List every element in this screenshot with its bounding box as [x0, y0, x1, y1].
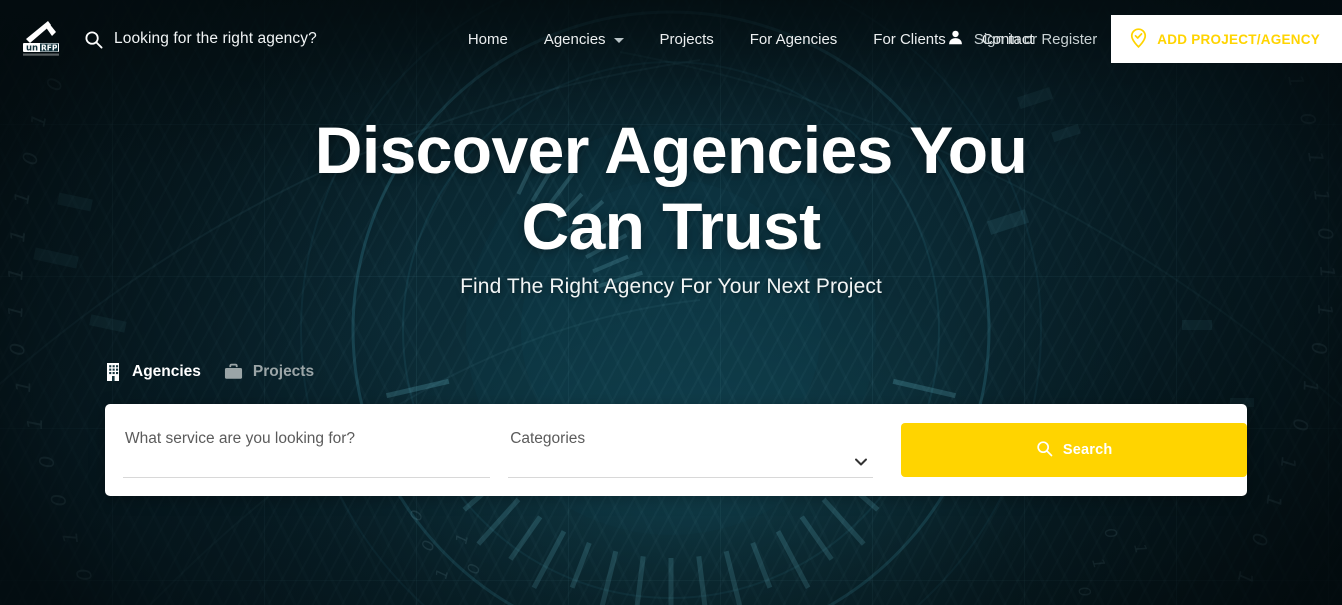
person-icon — [947, 29, 964, 50]
nav-item-agencies[interactable]: Agencies — [526, 31, 642, 48]
service-input-underline — [123, 477, 491, 478]
map-pin-check-icon — [1129, 27, 1148, 51]
sign-in-register-label: Sign in or Register — [973, 30, 1098, 48]
search-icon — [84, 30, 103, 49]
svg-text:0: 0 — [5, 342, 30, 356]
svg-text:0: 0 — [41, 76, 67, 93]
svg-text:1: 1 — [431, 566, 452, 580]
svg-text:0: 0 — [1307, 342, 1331, 355]
unrfp-logo[interactable]: un RFP — [18, 16, 64, 62]
hero-title: Discover Agencies You Can Trust — [0, 112, 1342, 264]
svg-text:0: 0 — [1288, 418, 1313, 432]
svg-text:1: 1 — [58, 530, 83, 545]
svg-text:0: 0 — [46, 493, 71, 507]
site-header: un RFP Looking for the right agency? Hom… — [0, 0, 1342, 78]
categories-select-underline — [508, 477, 874, 478]
hero-title-line-2: Can Trust — [521, 189, 822, 263]
nav-label-projects: Projects — [659, 30, 714, 48]
add-project-agency-label: ADD PROJECT/AGENCY — [1157, 31, 1320, 47]
search-input[interactable]: What service are you looking for? — [123, 430, 355, 448]
svg-text:1: 1 — [3, 304, 28, 318]
briefcase-icon — [223, 363, 244, 382]
svg-text:1: 1 — [1313, 303, 1337, 317]
svg-text:1: 1 — [1130, 541, 1151, 555]
chevron-down-icon — [613, 37, 624, 43]
svg-text:0: 0 — [1247, 531, 1273, 548]
svg-text:0: 0 — [71, 567, 97, 583]
search-button-label: Search — [1062, 442, 1113, 458]
nav-label-for-clients: For Clients — [873, 30, 946, 48]
svg-text:1: 1 — [11, 380, 35, 394]
header-right-actions: Sign in or Register ADD PROJECT/AGENCY — [947, 0, 1342, 78]
svg-text:0: 0 — [418, 538, 439, 553]
nav-item-for-agencies[interactable]: For Agencies — [732, 31, 856, 48]
svg-text:1: 1 — [23, 417, 47, 430]
nav-label-agencies: Agencies — [543, 30, 606, 48]
svg-text:0: 0 — [1100, 525, 1121, 541]
tab-agencies-label: Agencies — [132, 363, 201, 380]
svg-text:0: 0 — [406, 508, 427, 524]
search-icon — [1036, 440, 1053, 461]
svg-text:1: 1 — [451, 531, 472, 545]
nav-label-for-agencies: For Agencies — [749, 30, 838, 48]
search-type-tabs: Agencies Projects — [105, 360, 314, 384]
chevron-down-icon[interactable] — [853, 454, 868, 468]
categories-select-wrapper[interactable]: Categories — [508, 422, 874, 478]
svg-text:1: 1 — [1088, 556, 1109, 571]
building-icon — [105, 362, 123, 382]
background-hud-graphic: 0 1 0 1 1 1 1 0 1 1 0 0 1 0 1 0 1 1 0 1 … — [0, 0, 1342, 605]
header-search-label: Looking for the right agency? — [114, 30, 317, 47]
service-input-wrapper[interactable]: What service are you looking for? — [123, 422, 491, 478]
search-button[interactable]: Search — [901, 423, 1247, 477]
add-project-agency-button[interactable]: ADD PROJECT/AGENCY — [1111, 15, 1342, 63]
categories-select[interactable]: Categories — [508, 430, 585, 448]
svg-text:0: 0 — [35, 455, 59, 469]
sign-in-register-link[interactable]: Sign in or Register — [947, 29, 1097, 50]
hero-subtitle: Find The Right Agency For Your Next Proj… — [460, 275, 882, 298]
svg-text:0: 0 — [1074, 584, 1095, 598]
tab-projects[interactable]: Projects — [223, 361, 314, 384]
nav-item-projects[interactable]: Projects — [642, 31, 732, 48]
hero-section: 0 1 0 1 1 1 1 0 1 1 0 0 1 0 1 0 1 1 0 1 … — [0, 0, 1342, 605]
svg-text:1: 1 — [1232, 569, 1258, 586]
nav-item-home[interactable]: Home — [450, 31, 526, 48]
svg-text:1: 1 — [1276, 455, 1301, 470]
search-card: What service are you looking for? Catego… — [105, 404, 1247, 496]
svg-text:un: un — [26, 44, 38, 54]
tab-projects-label: Projects — [252, 363, 315, 380]
svg-text:1: 1 — [1261, 493, 1287, 509]
header-search-prompt[interactable]: Looking for the right agency? — [84, 30, 317, 49]
nav-label-home: Home — [467, 30, 508, 48]
hero-title-line-1: Discover Agencies You — [314, 113, 1028, 187]
tab-agencies[interactable]: Agencies — [105, 360, 201, 384]
svg-text:RFP: RFP — [41, 43, 58, 52]
